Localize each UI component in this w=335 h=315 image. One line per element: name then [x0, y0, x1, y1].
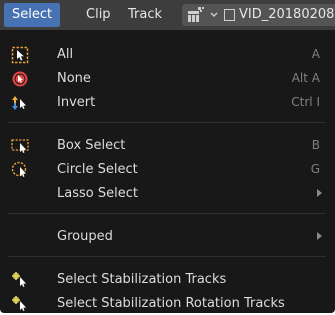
submenu-arrow-icon	[317, 189, 322, 197]
select-all-icon	[11, 46, 29, 64]
clip-view-icon	[188, 7, 204, 22]
menu-separator	[8, 256, 326, 257]
menu-item-label: Grouped	[57, 229, 113, 244]
menu-item-label: Select Stabilization Tracks	[57, 272, 227, 287]
menu-item-label: Lasso Select	[57, 186, 138, 201]
menu-item-grouped[interactable]: Grouped	[6, 225, 324, 248]
submenu-arrow-icon	[317, 232, 322, 240]
select-invert-icon	[12, 96, 26, 110]
menu-item-select-stabilization-tracks[interactable]: Select Stabilization Tracks	[6, 268, 324, 291]
menu-item-circle-select[interactable]: Circle Select G	[6, 158, 324, 181]
stabilization-rotation-tracks-icon	[12, 296, 26, 311]
menu-item-select-invert[interactable]: Invert Ctrl I	[6, 91, 324, 114]
menu-track[interactable]: Track	[120, 3, 170, 27]
menu-clip[interactable]: Clip	[78, 3, 119, 27]
menu-item-shortcut: Alt A	[291, 71, 320, 85]
menu-separator	[8, 122, 326, 123]
header-bar: Select Clip Track VID_20180208	[0, 0, 335, 30]
menu-select[interactable]: Select	[4, 3, 61, 27]
menu-separator	[8, 213, 326, 214]
menu-item-label: Circle Select	[57, 162, 138, 177]
chevron-down-icon	[210, 12, 218, 17]
menu-item-box-select[interactable]: Box Select B	[6, 134, 324, 157]
menu-item-label: Select Stabilization Rotation Tracks	[57, 296, 285, 311]
menu-item-select-none[interactable]: None Alt A	[6, 67, 324, 90]
menu-item-label: Box Select	[57, 138, 126, 153]
menu-item-select-stabilization-rotation-tracks[interactable]: Select Stabilization Rotation Tracks	[6, 292, 324, 315]
clip-name-field[interactable]: VID_20180208	[220, 4, 335, 26]
box-select-icon	[11, 139, 29, 153]
stabilization-tracks-icon	[12, 272, 26, 287]
menu-item-label: Invert	[57, 95, 96, 110]
select-menu-dropdown: All A None Alt A Invert Ctrl I Box Selec…	[0, 30, 335, 313]
menu-item-shortcut: B	[311, 138, 320, 152]
menu-item-label: All	[57, 47, 74, 62]
menu-item-lasso-select[interactable]: Lasso Select	[6, 182, 324, 205]
clip-name-text: VID_20180208	[239, 7, 335, 22]
menu-item-select-all[interactable]: All A	[6, 43, 324, 66]
clip-film-icon	[224, 8, 235, 21]
menu-item-shortcut: G	[310, 162, 320, 176]
clip-editor-stage: Select Clip Track VID_20180208 All A Non…	[0, 0, 335, 315]
menu-item-shortcut: Ctrl I	[291, 95, 320, 109]
select-none-icon	[12, 71, 28, 87]
menu-item-shortcut: A	[311, 47, 320, 61]
circle-select-icon	[11, 161, 27, 177]
view-type-dropdown[interactable]	[182, 4, 220, 26]
menu-item-label: None	[57, 71, 91, 86]
